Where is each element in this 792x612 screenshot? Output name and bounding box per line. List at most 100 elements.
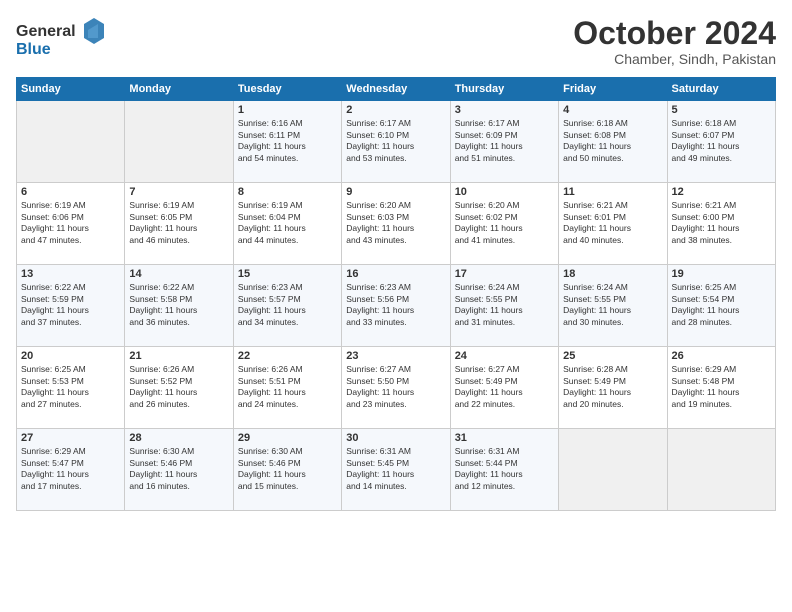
calendar-cell: 30Sunrise: 6:31 AM Sunset: 5:45 PM Dayli… (342, 429, 450, 511)
day-number: 30 (346, 432, 445, 444)
day-info: Sunrise: 6:30 AM Sunset: 5:46 PM Dayligh… (129, 446, 228, 492)
day-number: 3 (455, 104, 554, 116)
main-container: General Blue October 2024 Chamber, Sindh… (0, 0, 792, 519)
day-number: 24 (455, 350, 554, 362)
calendar-cell: 11 Sunrise: 6:21 AM Sunset: 6:01 PM Dayli… (559, 183, 667, 265)
calendar-cell: 6Sunrise: 6:19 AM Sunset: 6:06 PM Daylig… (17, 183, 125, 265)
day-info: Sunrise: 6:22 AM Sunset: 5:58 PM Dayligh… (129, 282, 228, 328)
calendar-cell: 5Sunrise: 6:18 AM Sunset: 6:07 PM Daylig… (667, 101, 775, 183)
day-info: Sunrise: 6:24 AM Sunset: 5:55 PM Dayligh… (455, 282, 554, 328)
calendar-cell: 13Sunrise: 6:22 AM Sunset: 5:59 PM Dayli… (17, 265, 125, 347)
calendar-cell: 20 Sunrise: 6:25 AM Sunset: 5:53 PM Dayli… (17, 347, 125, 429)
day-info: Sunrise: 6:17 AM Sunset: 6:10 PM Dayligh… (346, 118, 445, 164)
calendar-cell: 2 Sunrise: 6:17 AM Sunset: 6:10 PM Daylig… (342, 101, 450, 183)
calendar-cell: 1Sunrise: 6:16 AM Sunset: 6:11 PM Daylig… (233, 101, 341, 183)
calendar-cell: 24 Sunrise: 6:27 AM Sunset: 5:49 PM Dayli… (450, 347, 558, 429)
day-number: 20 (21, 350, 120, 362)
col-monday: Monday (125, 78, 233, 101)
calendar-week-5: 27 Sunrise: 6:29 AM Sunset: 5:47 PM Dayli… (17, 429, 776, 511)
col-friday: Friday (559, 78, 667, 101)
col-wednesday: Wednesday (342, 78, 450, 101)
calendar-cell (559, 429, 667, 511)
calendar-cell: 3 Sunrise: 6:17 AM Sunset: 6:09 PM Daylig… (450, 101, 558, 183)
day-info: Sunrise: 6:20 AM Sunset: 6:02 PM Dayligh… (455, 200, 554, 246)
day-number: 18 (563, 268, 662, 280)
col-thursday: Thursday (450, 78, 558, 101)
calendar-cell: 31 Sunrise: 6:31 AM Sunset: 5:44 PM Dayli… (450, 429, 558, 511)
calendar-cell (125, 101, 233, 183)
calendar-cell: 23Sunrise: 6:27 AM Sunset: 5:50 PM Dayli… (342, 347, 450, 429)
col-saturday: Saturday (667, 78, 775, 101)
day-number: 5 (672, 104, 771, 116)
svg-text:Blue: Blue (16, 41, 51, 58)
day-number: 28 (129, 432, 228, 444)
calendar-table: Sunday Monday Tuesday Wednesday Thursday… (16, 77, 776, 511)
day-number: 27 (21, 432, 120, 444)
calendar-cell: 12Sunrise: 6:21 AM Sunset: 6:00 PM Dayli… (667, 183, 775, 265)
day-number: 2 (346, 104, 445, 116)
day-info: Sunrise: 6:26 AM Sunset: 5:52 PM Dayligh… (129, 364, 228, 410)
header-row: Sunday Monday Tuesday Wednesday Thursday… (17, 78, 776, 101)
header: General Blue October 2024 Chamber, Sindh… (16, 16, 776, 67)
calendar-cell: 17Sunrise: 6:24 AM Sunset: 5:55 PM Dayli… (450, 265, 558, 347)
calendar-cell (667, 429, 775, 511)
location-subtitle: Chamber, Sindh, Pakistan (573, 51, 776, 67)
calendar-week-2: 6Sunrise: 6:19 AM Sunset: 6:06 PM Daylig… (17, 183, 776, 265)
day-info: Sunrise: 6:17 AM Sunset: 6:09 PM Dayligh… (455, 118, 554, 164)
day-info: Sunrise: 6:19 AM Sunset: 6:04 PM Dayligh… (238, 200, 337, 246)
calendar-cell: 26 Sunrise: 6:29 AM Sunset: 5:48 PM Dayli… (667, 347, 775, 429)
day-number: 15 (238, 268, 337, 280)
day-info: Sunrise: 6:31 AM Sunset: 5:44 PM Dayligh… (455, 446, 554, 492)
month-title: October 2024 (573, 16, 776, 51)
day-number: 22 (238, 350, 337, 362)
day-info: Sunrise: 6:29 AM Sunset: 5:48 PM Dayligh… (672, 364, 771, 410)
day-info: Sunrise: 6:21 AM Sunset: 6:01 PM Dayligh… (563, 200, 662, 246)
day-info: Sunrise: 6:25 AM Sunset: 5:53 PM Dayligh… (21, 364, 120, 410)
calendar-cell: 9Sunrise: 6:20 AM Sunset: 6:03 PM Daylig… (342, 183, 450, 265)
day-info: Sunrise: 6:27 AM Sunset: 5:49 PM Dayligh… (455, 364, 554, 410)
day-number: 12 (672, 186, 771, 198)
calendar-cell: 25 Sunrise: 6:28 AM Sunset: 5:49 PM Dayli… (559, 347, 667, 429)
day-number: 7 (129, 186, 228, 198)
day-number: 21 (129, 350, 228, 362)
day-info: Sunrise: 6:23 AM Sunset: 5:57 PM Dayligh… (238, 282, 337, 328)
day-number: 23 (346, 350, 445, 362)
calendar-week-1: 1Sunrise: 6:16 AM Sunset: 6:11 PM Daylig… (17, 101, 776, 183)
day-number: 31 (455, 432, 554, 444)
day-info: Sunrise: 6:30 AM Sunset: 5:46 PM Dayligh… (238, 446, 337, 492)
col-sunday: Sunday (17, 78, 125, 101)
calendar-cell: 29 Sunrise: 6:30 AM Sunset: 5:46 PM Dayli… (233, 429, 341, 511)
day-info: Sunrise: 6:28 AM Sunset: 5:49 PM Dayligh… (563, 364, 662, 410)
calendar-cell: 16Sunrise: 6:23 AM Sunset: 5:56 PM Dayli… (342, 265, 450, 347)
calendar-cell: 8 Sunrise: 6:19 AM Sunset: 6:04 PM Daylig… (233, 183, 341, 265)
title-block: October 2024 Chamber, Sindh, Pakistan (573, 16, 776, 67)
calendar-cell: 10 Sunrise: 6:20 AM Sunset: 6:02 PM Dayli… (450, 183, 558, 265)
calendar-cell: 21 Sunrise: 6:26 AM Sunset: 5:52 PM Dayli… (125, 347, 233, 429)
day-info: Sunrise: 6:18 AM Sunset: 6:08 PM Dayligh… (563, 118, 662, 164)
day-number: 26 (672, 350, 771, 362)
day-info: Sunrise: 6:16 AM Sunset: 6:11 PM Dayligh… (238, 118, 337, 164)
col-tuesday: Tuesday (233, 78, 341, 101)
calendar-cell: 15 Sunrise: 6:23 AM Sunset: 5:57 PM Dayli… (233, 265, 341, 347)
day-number: 6 (21, 186, 120, 198)
calendar-week-4: 20 Sunrise: 6:25 AM Sunset: 5:53 PM Dayli… (17, 347, 776, 429)
day-number: 10 (455, 186, 554, 198)
calendar-cell: 4Sunrise: 6:18 AM Sunset: 6:08 PM Daylig… (559, 101, 667, 183)
day-info: Sunrise: 6:29 AM Sunset: 5:47 PM Dayligh… (21, 446, 120, 492)
calendar-cell: 22 Sunrise: 6:26 AM Sunset: 5:51 PM Dayli… (233, 347, 341, 429)
calendar-cell: 14Sunrise: 6:22 AM Sunset: 5:58 PM Dayli… (125, 265, 233, 347)
day-number: 29 (238, 432, 337, 444)
day-info: Sunrise: 6:25 AM Sunset: 5:54 PM Dayligh… (672, 282, 771, 328)
day-number: 25 (563, 350, 662, 362)
logo: General Blue (16, 16, 106, 67)
calendar-cell: 7 Sunrise: 6:19 AM Sunset: 6:05 PM Daylig… (125, 183, 233, 265)
day-info: Sunrise: 6:24 AM Sunset: 5:55 PM Dayligh… (563, 282, 662, 328)
calendar-cell (17, 101, 125, 183)
calendar-cell: 18 Sunrise: 6:24 AM Sunset: 5:55 PM Dayli… (559, 265, 667, 347)
svg-text:General: General (16, 23, 76, 40)
day-info: Sunrise: 6:26 AM Sunset: 5:51 PM Dayligh… (238, 364, 337, 410)
logo-text: General Blue (16, 16, 106, 67)
day-number: 11 (563, 186, 662, 198)
day-number: 8 (238, 186, 337, 198)
day-info: Sunrise: 6:19 AM Sunset: 6:05 PM Dayligh… (129, 200, 228, 246)
